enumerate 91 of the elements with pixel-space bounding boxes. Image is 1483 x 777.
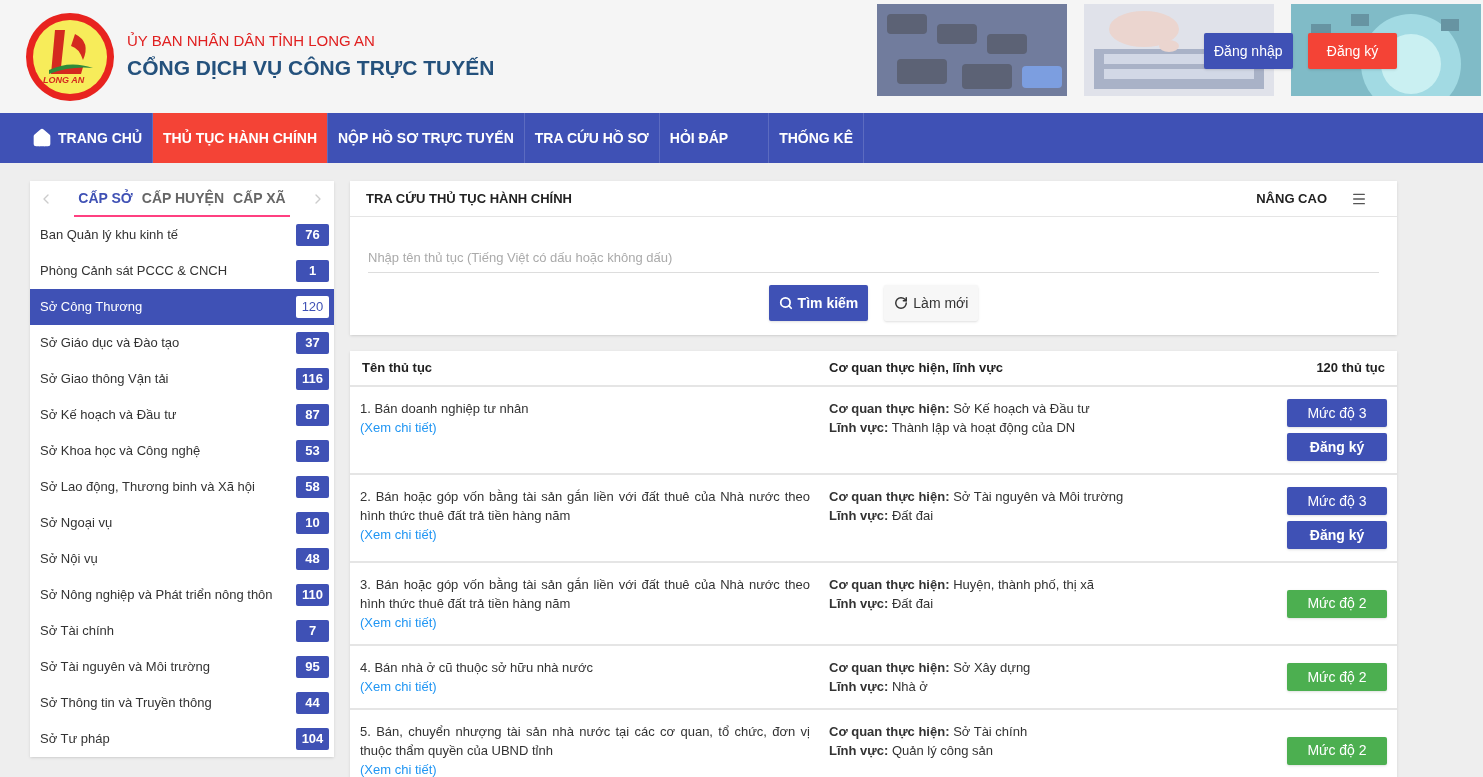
count-badge: 110 [296, 584, 329, 606]
procedure-name: 1. Bán doanh nghiệp tư nhân [360, 400, 530, 418]
register-button[interactable]: Đăng ký [1287, 521, 1387, 549]
count-badge: 76 [296, 224, 329, 246]
agency-text: Cơ quan thực hiện: Sở Tài chính [829, 723, 1029, 741]
level-tab[interactable]: CẤP SỞ [78, 187, 133, 209]
agency-name: Sở Công Thương [40, 298, 143, 317]
agency-name: Sở Khoa học và Công nghệ [40, 442, 201, 461]
sidebar-item[interactable]: Sở Lao động, Thương binh và Xã hội 58 [30, 469, 334, 505]
procedure-name: 3. Bán hoặc góp vốn bằng tài sản gắn liền với đất thuê của Nhà nước theo hình thức thuê đất trả tiền hàng năm [360, 576, 810, 613]
sidebar-item[interactable]: Sở Thông tin và Truyền thông 44 [30, 685, 334, 721]
nav-link[interactable]: TRA CỨU HỒ SƠ [524, 113, 660, 163]
level-tag: Mức độ 2 [1287, 736, 1387, 765]
site-title: CỔNG DỊCH VỤ CÔNG TRỰC TUYẾN [127, 55, 495, 81]
refresh-icon [894, 296, 909, 310]
agency-text: Cơ quan thực hiện: Sở Kế hoạch và Đầu tư [829, 400, 1091, 418]
sidebar-item[interactable]: Sở Giao thông Vận tải 116 [30, 361, 334, 397]
sidebar-item[interactable]: Sở Nông nghiệp và Phát triển nông thôn 110 [30, 577, 334, 613]
sidebar-item[interactable]: Sở Khoa học và Công nghệ 53 [30, 433, 334, 469]
agency-name: Sở Giao thông Vận tải [40, 370, 169, 389]
agency-name: Sở Kế hoạch và Đầu tư [40, 406, 177, 425]
sidebar-item[interactable]: Sở Tài nguyên và Môi trường 95 [30, 649, 334, 685]
sidebar-item[interactable]: Sở Tài chính 7 [30, 613, 334, 649]
level-tag: Mức độ 3 [1287, 487, 1387, 515]
agency-name: Sở Lao động, Thương binh và Xã hội [40, 478, 255, 497]
count-badge: 116 [296, 368, 329, 390]
agency-name: Sở Thông tin và Truyền thông [40, 694, 212, 713]
sidebar-item[interactable]: Phòng Cảnh sát PCCC & CNCH 1 [30, 253, 334, 289]
org-name: ỦY BAN NHÂN DÂN TỈNH LONG AN [127, 30, 376, 51]
count-badge: 7 [296, 620, 329, 642]
reset-button[interactable]: Làm mới [884, 285, 979, 321]
sidebar-item[interactable]: Sở Tư pháp 104 [30, 721, 334, 757]
search-icon [778, 296, 793, 310]
nav-link[interactable]: THỦ TỤC HÀNH CHÍNH [153, 113, 328, 163]
count-badge: 120 [296, 296, 329, 318]
agency-name: Sở Tài chính [40, 622, 115, 641]
count-badge: 53 [296, 440, 329, 462]
sidebar-item[interactable]: Sở Ngoại vụ 10 [30, 505, 334, 541]
count-badge: 44 [296, 692, 329, 714]
agency-name: Sở Tư pháp [40, 730, 110, 749]
procedure-name: 2. Bán hoặc góp vốn bằng tài sản gắn liền với đất thuê của Nhà nước theo hình thức thuê đất trả tiền hàng năm [360, 488, 810, 525]
register-button[interactable]: Đăng ký [1308, 33, 1397, 69]
level-tab[interactable]: CẤP XÃ [233, 187, 286, 209]
count-badge: 95 [296, 656, 329, 678]
register-button[interactable]: Đăng ký [1287, 433, 1387, 461]
logo-text: LONG AN [43, 73, 85, 87]
nav-link[interactable]: THỐNG KÊ [769, 113, 865, 163]
count-badge: 37 [296, 332, 329, 354]
sidebar-item[interactable]: Sở Kế hoạch và Đầu tư 87 [30, 397, 334, 433]
agency-name: Sở Ngoại vụ [40, 514, 113, 533]
procedure-name: 5. Bán, chuyển nhượng tài sản nhà nước tại các cơ quan, tổ chức, đơn vị thuộc thẩm quyền của UBND tỉnh [360, 723, 810, 760]
count-badge: 10 [296, 512, 329, 534]
sidebar-item[interactable]: Sở Công Thương 120 [30, 289, 334, 325]
panel-title: TRA CỨU THỦ TỤC HÀNH CHÍNH [366, 189, 572, 208]
search-button[interactable]: Tìm kiếm [768, 285, 869, 321]
agency-name: Sở Nông nghiệp và Phát triển nông thôn [40, 586, 273, 605]
advanced-link[interactable]: NÂNG CAO [1256, 188, 1327, 209]
agency-text: Cơ quan thực hiện: Sở Tài nguyên và Môi trường [829, 488, 1125, 506]
nav-link[interactable]: NỘP HỒ SƠ TRỰC TUYẾN [328, 113, 525, 163]
count-badge: 58 [296, 476, 329, 498]
level-tag: Mức độ 3 [1287, 399, 1387, 427]
agency-name: Phòng Cảnh sát PCCC & CNCH [40, 262, 228, 281]
level-tag: Mức độ 2 [1287, 663, 1387, 691]
home-icon [32, 128, 52, 148]
count-badge: 48 [296, 548, 329, 570]
field-text: Lĩnh vực: Đất đai [829, 507, 935, 525]
count-badge: 1 [296, 260, 329, 282]
agency-text: Cơ quan thực hiện: Huyện, thành phố, thị xã [829, 576, 1096, 594]
nav-link[interactable]: HỎI ĐÁP [659, 113, 770, 163]
search-field[interactable]: Nhập tên thủ tục (Tiếng Việt có dấu hoặc không dấu) [368, 243, 1379, 273]
agency-name: Sở Nội vụ [40, 550, 98, 569]
level-tag: Mức độ 2 [1287, 589, 1387, 618]
count-badge: 87 [296, 404, 329, 426]
field-text: Lĩnh vực: Đất đai [829, 595, 935, 613]
agency-name: Sở Giáo dục và Đào tạo [40, 334, 180, 353]
agency-text: Cơ quan thực hiện: Sở Xây dựng [829, 659, 1032, 677]
count-badge: 104 [296, 728, 329, 750]
column-header: 120 thủ tục [1315, 359, 1385, 378]
field-text: Lĩnh vực: Quản lý công sản [829, 742, 995, 760]
field-text: Lĩnh vực: Thành lập và hoạt động của DN [829, 419, 1077, 437]
login-button[interactable]: Đăng nhập [1204, 33, 1293, 69]
column-header: Cơ quan thực hiện, lĩnh vực [829, 359, 1004, 378]
field-text: Lĩnh vực: Nhà ở [829, 678, 929, 696]
level-tab[interactable]: CẤP HUYỆN [141, 187, 224, 209]
column-header: Tên thủ tục [362, 359, 434, 378]
sidebar-item[interactable]: Sở Giáo dục và Đào tạo 37 [30, 325, 334, 361]
agency-name: Sở Tài nguyên và Môi trường [40, 658, 211, 677]
agency-name: Ban Quản lý khu kinh tế [40, 226, 179, 245]
sidebar-item[interactable]: Sở Nội vụ 48 [30, 541, 334, 577]
sidebar-item[interactable]: Ban Quản lý khu kinh tế 76 [30, 217, 334, 253]
procedure-name: 4. Bán nhà ở cũ thuộc sở hữu nhà nước [360, 659, 595, 677]
